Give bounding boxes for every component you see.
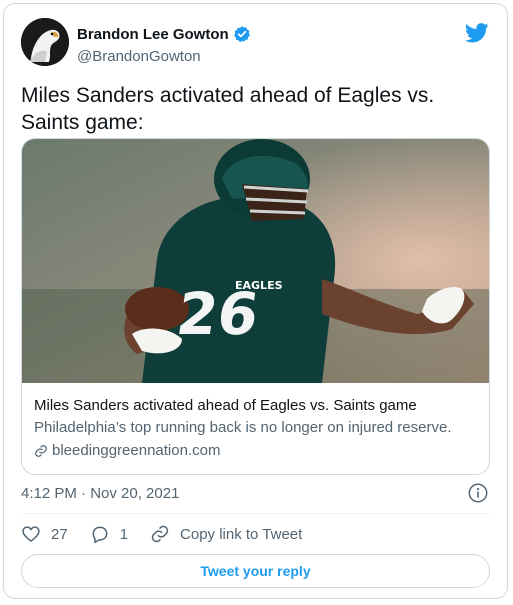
twitter-bird-icon[interactable] (465, 22, 489, 44)
eagle-avatar-icon (21, 18, 69, 66)
tweet-text: Miles Sanders activated ahead of Eagles … (21, 84, 435, 134)
copy-link-button[interactable]: Copy link to Tweet (150, 524, 302, 544)
tweet-embed: Brandon Lee Gowton @BrandonGowton Miles … (3, 3, 508, 599)
tweet-your-reply-button[interactable]: Tweet your reply (21, 554, 490, 588)
tweet-actions: 27 1 Copy link to Tweet (21, 524, 324, 544)
link-card-description: Philadelphia’s top running back is no lo… (34, 419, 452, 436)
svg-text:EAGLES: EAGLES (235, 279, 283, 292)
like-count: 27 (51, 525, 68, 543)
author-name-row: Brandon Lee Gowton (77, 25, 251, 43)
reply-count: 1 (119, 525, 129, 543)
author-display-name[interactable]: Brandon Lee Gowton (77, 26, 229, 43)
link-card-title[interactable]: Miles Sanders activated ahead of Eagles … (34, 396, 479, 416)
link-icon (151, 525, 169, 543)
reply-bubble-icon (92, 526, 108, 544)
reply-button[interactable]: 1 (90, 524, 128, 544)
link-card-domain-text: bleedinggreennation.com (52, 442, 221, 459)
link-card-domain[interactable]: bleedinggreennation.com (34, 441, 479, 461)
heart-icon (22, 526, 40, 543)
copy-link-label: Copy link to Tweet (180, 525, 303, 543)
author-handle[interactable]: @BrandonGowton (77, 48, 201, 65)
divider (21, 513, 490, 514)
avatar[interactable] (21, 18, 69, 66)
verified-badge-icon (233, 26, 250, 43)
info-icon[interactable] (467, 482, 489, 504)
link-icon (35, 445, 47, 457)
link-card[interactable]: 26 EAGLES Miles Sanders activated ahead … (21, 138, 490, 475)
like-button[interactable]: 27 (21, 524, 68, 544)
link-card-body: Miles Sanders activated ahead of Eagles … (34, 396, 479, 461)
tweet-timestamp[interactable]: 4:12 PM · Nov 20, 2021 (21, 485, 179, 502)
football-player-photo-icon: 26 EAGLES (22, 139, 489, 383)
